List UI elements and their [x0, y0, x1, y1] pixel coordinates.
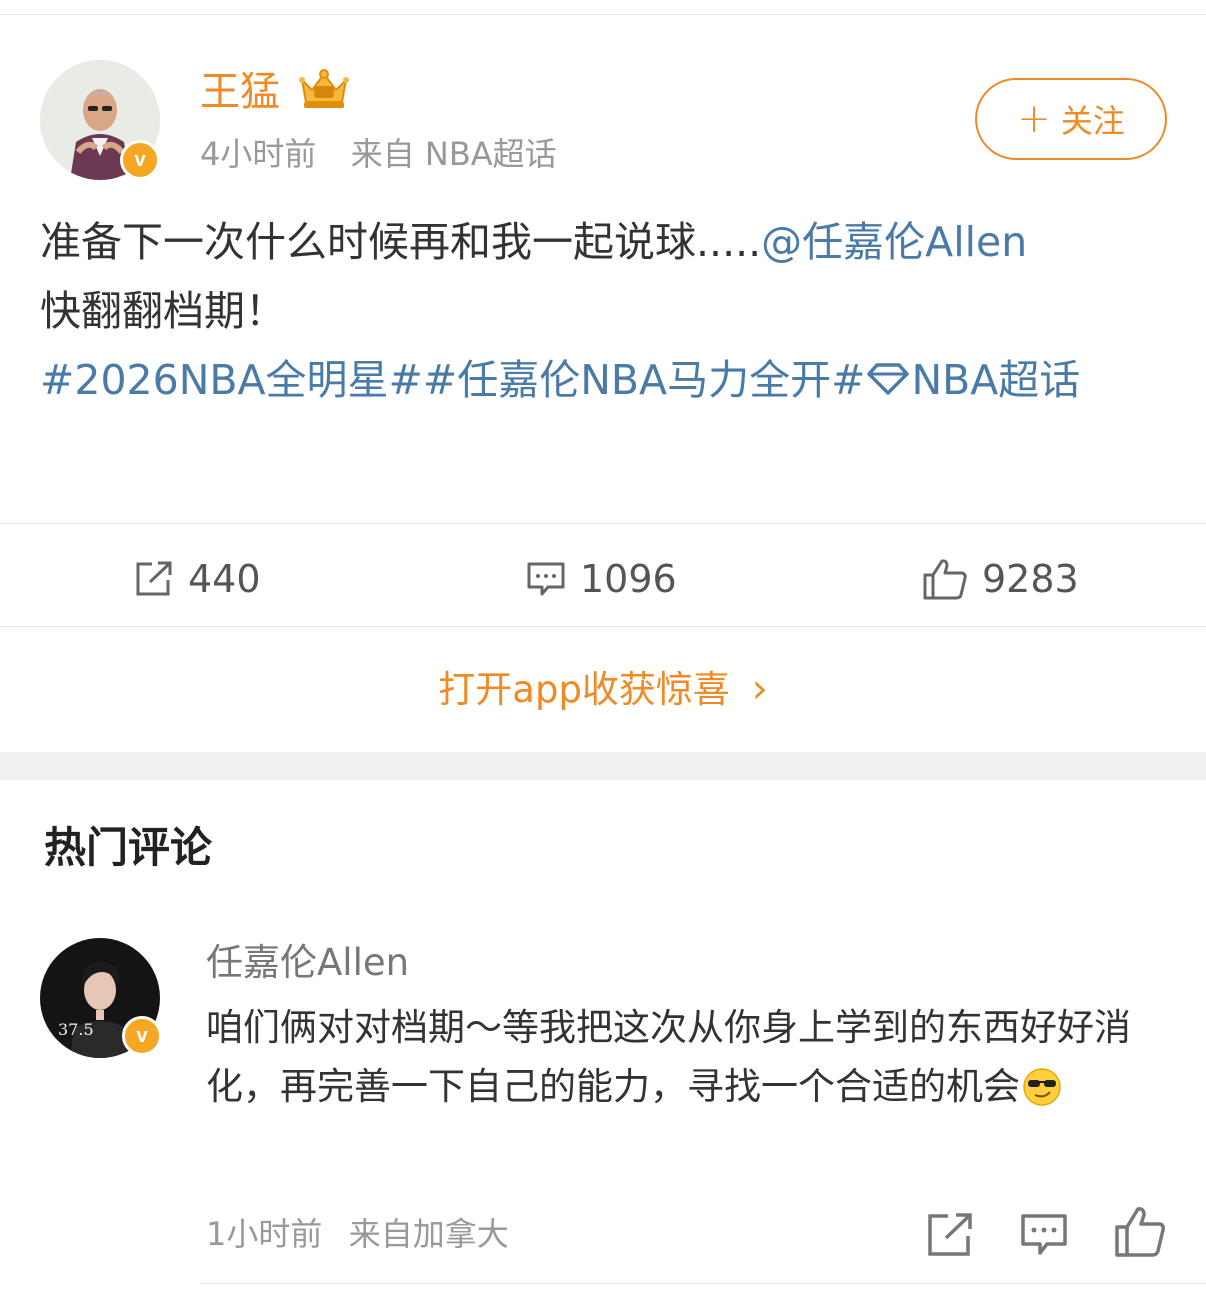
comment-icon	[527, 562, 565, 596]
comment-meta: 1小时前 来自加拿大	[206, 1212, 509, 1256]
like-icon	[1115, 1207, 1165, 1257]
sunglasses-emoji-icon	[1022, 1065, 1062, 1106]
comment-like-button[interactable]	[1114, 1205, 1166, 1259]
like-icon	[923, 559, 967, 600]
open-app-link[interactable]: 打开app收获惊喜 ›	[0, 660, 1206, 719]
follow-button[interactable]: + 关注	[975, 78, 1167, 160]
comment-repost-button[interactable]	[926, 1210, 974, 1258]
repost-icon	[928, 1213, 972, 1256]
like-button[interactable]: 9283	[922, 552, 1079, 606]
comment-icon	[1021, 1214, 1067, 1255]
commenter-verified-badge-text: v	[136, 1024, 148, 1047]
comment-button[interactable]: 1096	[526, 552, 677, 606]
actions-divider-top	[0, 523, 1206, 524]
verified-badge-text: v	[134, 148, 146, 171]
like-count: 9283	[982, 557, 1079, 601]
chevron-right-icon: ›	[751, 666, 768, 712]
comment-body: 咱们俩对对档期～等我把这次从你身上学到的东西好好消化，再完善一下自己的能力，寻找…	[206, 1006, 1131, 1108]
plus-icon: +	[1017, 96, 1051, 142]
supertopic-link[interactable]: NBA超话	[911, 356, 1080, 404]
post-text-main: 准备下一次什么时候再和我一起说球.....	[40, 218, 762, 266]
post-text: 准备下一次什么时候再和我一起说球.....@任嘉伦Allen 快翻翻档期！ #2…	[40, 208, 1170, 415]
comment-count: 1096	[580, 557, 677, 601]
hot-comments-title: 热门评论	[44, 823, 213, 872]
top-divider	[0, 14, 1206, 15]
post-meta: 4小时前 来自 NBA超话	[200, 134, 557, 174]
hashtag-links[interactable]: #2026NBA全明星##任嘉伦NBA马力全开#	[40, 356, 865, 404]
repost-count: 440	[188, 557, 261, 601]
open-app-label: 打开app收获惊喜	[438, 668, 730, 711]
avatar-caption: 37.5	[58, 1020, 94, 1039]
commenter-verified-badge: v	[122, 1016, 162, 1056]
section-separator	[0, 752, 1206, 780]
follow-label: 关注	[1060, 102, 1125, 140]
comment-text: 咱们俩对对档期～等我把这次从你身上学到的东西好好消化，再完善一下自己的能力，寻找…	[206, 998, 1166, 1116]
actions-divider-bottom	[0, 626, 1206, 627]
comment-divider	[200, 1283, 1206, 1284]
post-text-line2: 快翻翻档期！	[40, 287, 286, 335]
diamond-icon	[865, 348, 911, 395]
mention-link[interactable]: @任嘉伦Allen	[761, 218, 1027, 266]
verified-badge: v	[120, 140, 160, 180]
post-time: 4小时前	[200, 135, 317, 173]
author-name[interactable]: 王猛	[200, 66, 280, 118]
post-source[interactable]: 来自 NBA超话	[351, 135, 557, 173]
comment-reply-button[interactable]	[1020, 1210, 1068, 1258]
repost-icon	[136, 561, 172, 596]
crown-icon	[296, 66, 352, 110]
comment-time: 1小时前	[206, 1215, 323, 1253]
commenter-name[interactable]: 任嘉伦Allen	[206, 938, 409, 988]
comment-source: 来自加拿大	[348, 1215, 509, 1253]
repost-button[interactable]: 440	[134, 552, 261, 606]
